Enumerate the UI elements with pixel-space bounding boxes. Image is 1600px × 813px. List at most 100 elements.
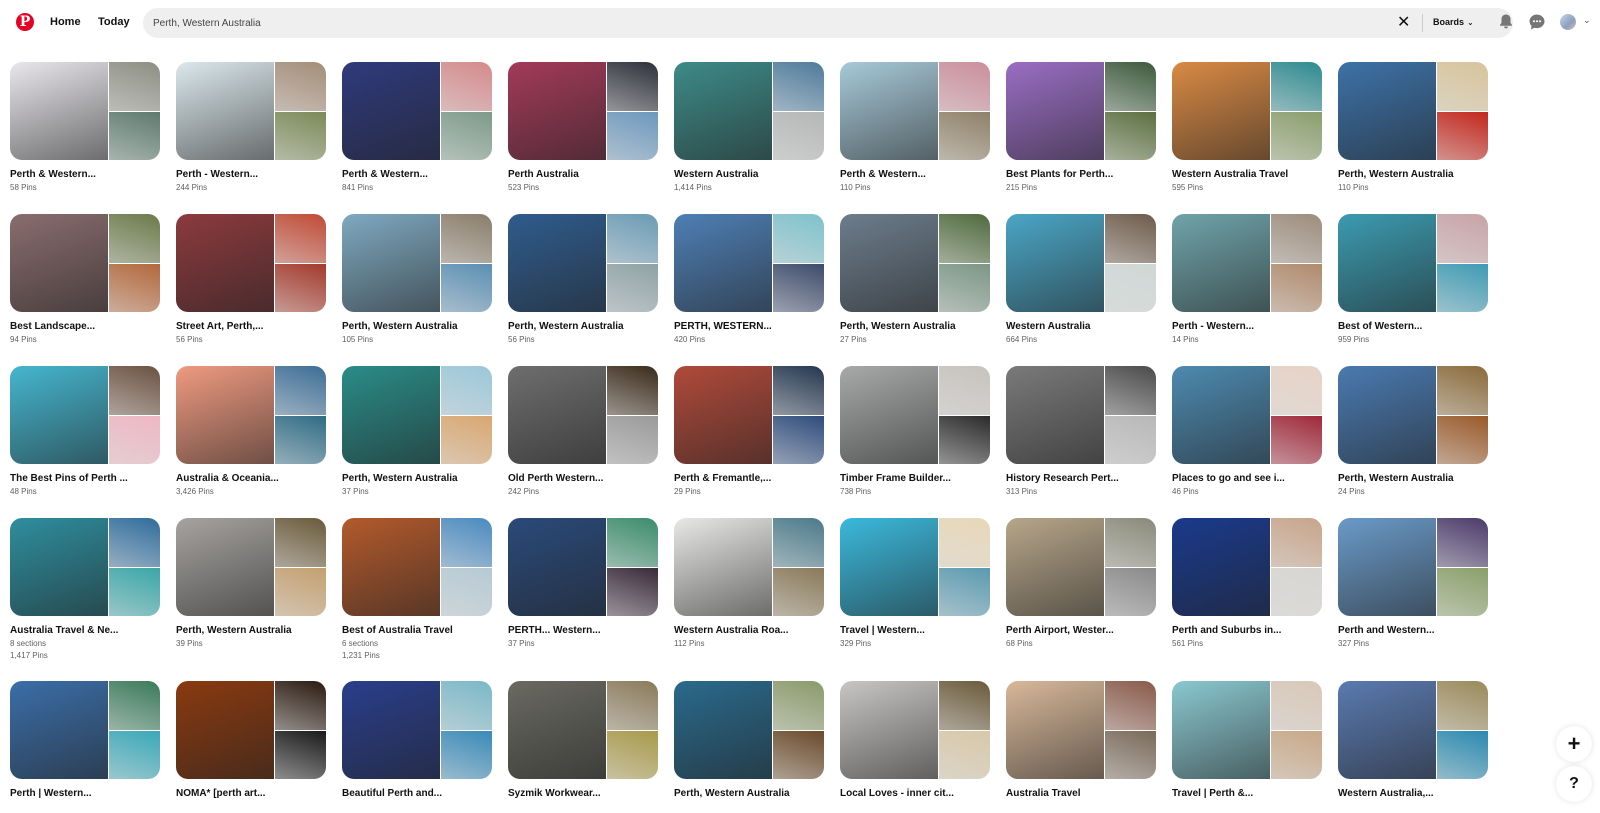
board-card[interactable]: Best of Western... 959 Pins — [1338, 214, 1488, 345]
board-cover[interactable] — [1338, 62, 1488, 160]
board-card[interactable]: Western Australia Roa... 112 Pins — [674, 518, 824, 649]
board-card[interactable]: Perth & Western... 58 Pins — [10, 62, 160, 193]
board-cover[interactable] — [1006, 62, 1156, 160]
board-card[interactable]: Perth and Western... 327 Pins — [1338, 518, 1488, 649]
board-title[interactable]: Beautiful Perth and... — [342, 788, 492, 799]
board-title[interactable]: Perth, Western Australia — [342, 473, 492, 484]
board-title[interactable]: Perth and Western... — [1338, 625, 1488, 636]
nav-today[interactable]: Today — [98, 16, 130, 28]
board-cover[interactable] — [10, 366, 160, 464]
board-card[interactable]: Perth & Western... 110 Pins — [840, 62, 990, 193]
board-card[interactable]: Old Perth Western... 242 Pins — [508, 366, 658, 497]
board-cover[interactable] — [176, 366, 326, 464]
board-cover[interactable] — [1172, 62, 1322, 160]
board-cover[interactable] — [508, 681, 658, 779]
board-title[interactable]: Travel | Western... — [840, 625, 990, 636]
board-card[interactable]: Syzmik Workwear... — [508, 681, 658, 799]
board-title[interactable]: Old Perth Western... — [508, 473, 658, 484]
help-button[interactable]: ? — [1556, 766, 1592, 802]
board-title[interactable]: Travel | Perth &... — [1172, 788, 1322, 799]
board-title[interactable]: Western Australia,... — [1338, 788, 1488, 799]
board-cover[interactable] — [1338, 518, 1488, 616]
board-cover[interactable] — [674, 62, 824, 160]
board-title[interactable]: Perth - Western... — [1172, 321, 1322, 332]
board-title[interactable]: Western Australia — [674, 169, 824, 180]
board-title[interactable]: Australia Travel — [1006, 788, 1156, 799]
board-cover[interactable] — [1172, 518, 1322, 616]
board-cover[interactable] — [508, 518, 658, 616]
board-cover[interactable] — [1006, 518, 1156, 616]
board-title[interactable]: Australia & Oceania... — [176, 473, 326, 484]
board-cover[interactable] — [674, 681, 824, 779]
board-card[interactable]: Western Australia,... — [1338, 681, 1488, 799]
board-title[interactable]: Perth Australia — [508, 169, 658, 180]
board-title[interactable]: Places to go and see i... — [1172, 473, 1322, 484]
board-cover[interactable] — [342, 214, 492, 312]
board-card[interactable]: Perth & Western... 841 Pins — [342, 62, 492, 193]
board-cover[interactable] — [1172, 214, 1322, 312]
board-cover[interactable] — [840, 518, 990, 616]
board-cover[interactable] — [176, 62, 326, 160]
board-card[interactable]: Perth, Western Australia 37 Pins — [342, 366, 492, 497]
board-cover[interactable] — [1006, 681, 1156, 779]
board-cover[interactable] — [508, 214, 658, 312]
board-card[interactable]: PERTH... Western... 37 Pins — [508, 518, 658, 649]
board-title[interactable]: Perth Airport, Wester... — [1006, 625, 1156, 636]
board-title[interactable]: Best Landscape... — [10, 321, 160, 332]
board-cover[interactable] — [342, 681, 492, 779]
board-card[interactable]: Places to go and see i... 46 Pins — [1172, 366, 1322, 497]
board-card[interactable]: Perth - Western... 244 Pins — [176, 62, 326, 193]
board-cover[interactable] — [10, 62, 160, 160]
board-card[interactable]: Perth, Western Australia 56 Pins — [508, 214, 658, 345]
board-cover[interactable] — [10, 214, 160, 312]
board-title[interactable]: Perth | Western... — [10, 788, 160, 799]
board-cover[interactable] — [342, 62, 492, 160]
board-title[interactable]: NOMA* [perth art... — [176, 788, 326, 799]
board-title[interactable]: PERTH, WESTERN... — [674, 321, 824, 332]
pinterest-logo-icon[interactable]: P — [16, 13, 34, 31]
board-card[interactable]: Perth | Western... — [10, 681, 160, 799]
board-cover[interactable] — [1006, 214, 1156, 312]
board-title[interactable]: Australia Travel & Ne... — [10, 625, 160, 636]
search-input[interactable] — [153, 8, 1373, 38]
board-card[interactable]: Perth, Western Australia 110 Pins — [1338, 62, 1488, 193]
board-cover[interactable] — [840, 366, 990, 464]
board-title[interactable]: Western Australia Travel — [1172, 169, 1322, 180]
board-card[interactable]: Street Art, Perth,... 56 Pins — [176, 214, 326, 345]
board-cover[interactable] — [10, 518, 160, 616]
board-cover[interactable] — [1172, 681, 1322, 779]
board-cover[interactable] — [1338, 214, 1488, 312]
board-card[interactable]: Perth, Western Australia 24 Pins — [1338, 366, 1488, 497]
chat-icon[interactable] — [1528, 13, 1546, 31]
board-card[interactable]: Western Australia Travel 595 Pins — [1172, 62, 1322, 193]
board-card[interactable]: Australia Travel & Ne... 8 sections 1,417 … — [10, 518, 160, 661]
board-cover[interactable] — [840, 681, 990, 779]
add-button[interactable]: + — [1556, 726, 1592, 762]
bell-icon[interactable] — [1497, 13, 1515, 31]
board-card[interactable]: Best Plants for Perth... 215 Pins — [1006, 62, 1156, 193]
board-card[interactable]: Perth, Western Australia 39 Pins — [176, 518, 326, 649]
board-title[interactable]: Perth - Western... — [176, 169, 326, 180]
board-card[interactable]: History Research Pert... 313 Pins — [1006, 366, 1156, 497]
board-cover[interactable] — [674, 518, 824, 616]
board-title[interactable]: Perth & Western... — [342, 169, 492, 180]
board-card[interactable]: Western Australia 1,414 Pins — [674, 62, 824, 193]
board-title[interactable]: Perth, Western Australia — [176, 625, 326, 636]
board-card[interactable]: Beautiful Perth and... — [342, 681, 492, 799]
board-title[interactable]: Perth & Western... — [10, 169, 160, 180]
board-title[interactable]: Western Australia Roa... — [674, 625, 824, 636]
board-card[interactable]: NOMA* [perth art... — [176, 681, 326, 799]
board-title[interactable]: Perth, Western Australia — [1338, 473, 1488, 484]
board-title[interactable]: Perth & Western... — [840, 169, 990, 180]
avatar[interactable] — [1560, 14, 1576, 30]
search-scope-dropdown[interactable]: Boards ⌄ — [1433, 17, 1474, 27]
board-cover[interactable] — [674, 214, 824, 312]
account-chevron-icon[interactable]: ⌄ — [1583, 15, 1591, 26]
board-title[interactable]: Syzmik Workwear... — [508, 788, 658, 799]
board-cover[interactable] — [508, 366, 658, 464]
board-cover[interactable] — [342, 518, 492, 616]
board-card[interactable]: Travel | Western... 329 Pins — [840, 518, 990, 649]
board-card[interactable]: Perth, Western Australia 105 Pins — [342, 214, 492, 345]
board-card[interactable]: Timber Frame Builder... 738 Pins — [840, 366, 990, 497]
board-card[interactable]: Perth, Western Australia — [674, 681, 824, 799]
